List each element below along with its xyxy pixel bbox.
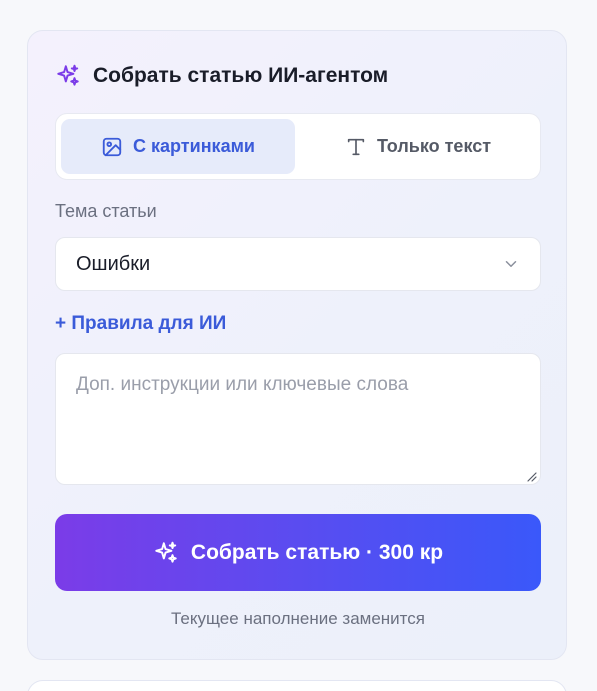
mode-toggle: С картинками Только текст <box>55 113 541 180</box>
build-article-button[interactable]: Собрать статью · 300 кр <box>55 514 541 591</box>
mode-with-images-button[interactable]: С картинками <box>61 119 295 174</box>
mode-text-only-label: Только текст <box>376 136 492 156</box>
instructions-textarea[interactable] <box>55 353 541 485</box>
mode-text-only-button[interactable]: Только текст <box>301 119 535 174</box>
page: Собрать статью ИИ-агентом С картинками Т… <box>0 0 597 691</box>
topic-select-value: Ошибки <box>76 252 151 275</box>
next-card <box>27 680 567 691</box>
chevron-down-icon <box>502 255 520 273</box>
mode-with-images-label: С картинками <box>133 136 255 156</box>
text-icon <box>345 136 367 158</box>
image-icon <box>101 136 123 158</box>
card-title: Собрать статью ИИ-агентом <box>93 64 389 87</box>
replace-warning-text: Текущее наполнение заменится <box>171 609 425 628</box>
card-header: Собрать статью ИИ-агентом <box>55 63 388 89</box>
sparkles-icon <box>153 540 179 566</box>
sparkles-icon <box>55 63 81 89</box>
ai-rules-link[interactable]: + Правила для ИИ <box>55 313 226 335</box>
build-article-label: Собрать статью · 300 кр <box>190 540 444 564</box>
topic-select[interactable]: Ошибки <box>55 237 541 291</box>
resize-handle-icon[interactable] <box>525 470 537 482</box>
topic-label: Тема статьи <box>55 201 157 221</box>
article-agent-card: Собрать статью ИИ-агентом С картинками Т… <box>27 30 567 660</box>
